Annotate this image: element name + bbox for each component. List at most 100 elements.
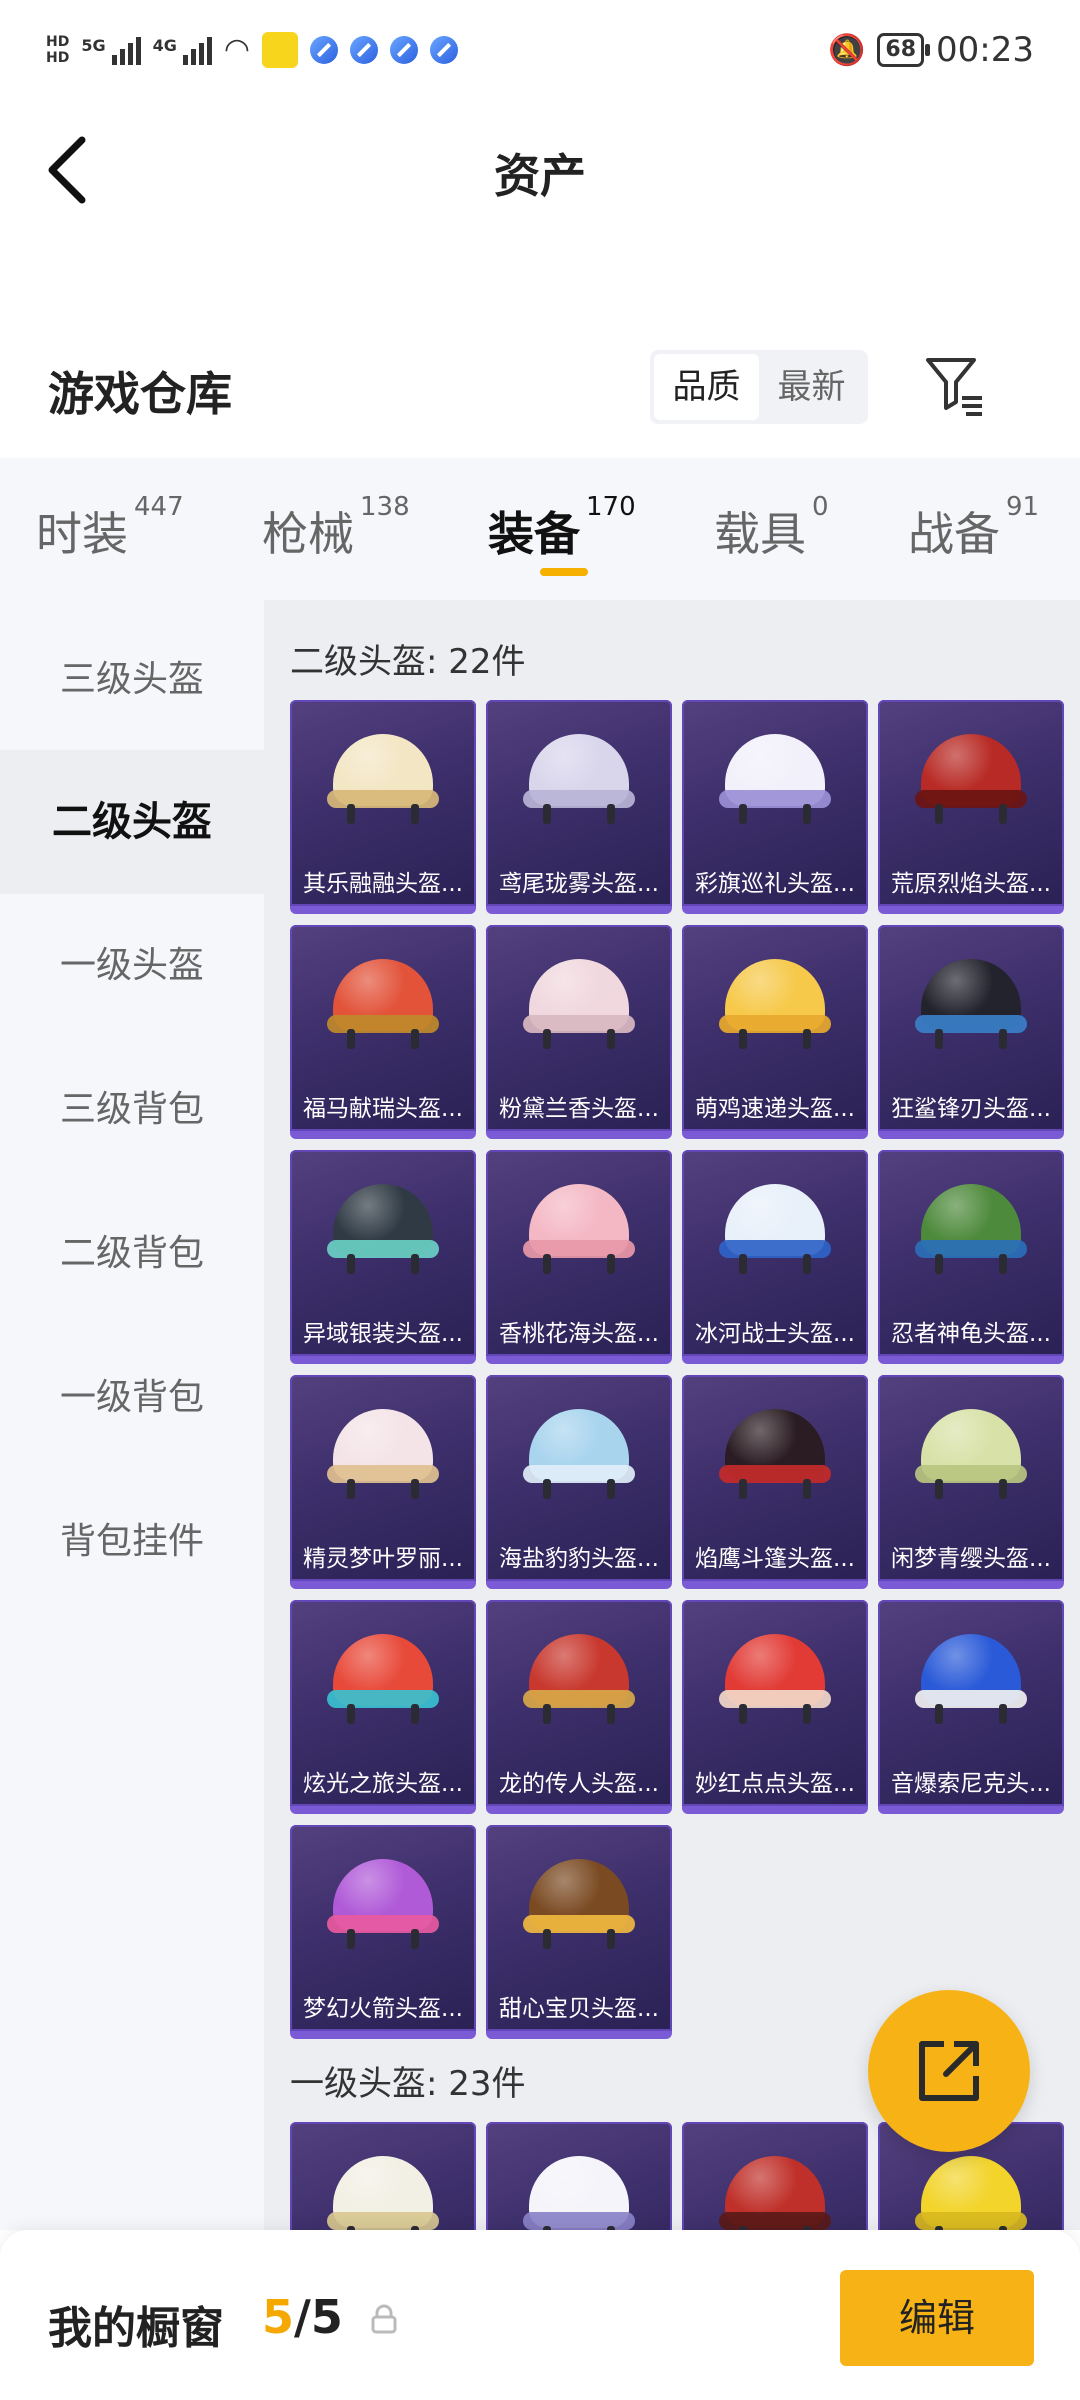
sidebar-item-level3-backpack[interactable]: 三级背包	[0, 1038, 264, 1182]
helmet-icon	[327, 1634, 439, 1726]
warehouse-title: 游戏仓库	[48, 367, 232, 421]
tab-weapons[interactable]: 枪械 138	[262, 492, 410, 564]
helmet-icon	[719, 1409, 831, 1501]
helmet-icon	[523, 1184, 635, 1276]
item-card[interactable]: 海盐豹豹头盔...	[486, 1375, 672, 1589]
item-card[interactable]: 炫光之旅头盔...	[290, 1600, 476, 1814]
tab-count: 91	[1006, 492, 1040, 522]
tab-supplies[interactable]: 战备 91	[908, 492, 1039, 564]
share-button[interactable]	[868, 1990, 1030, 2152]
tab-count: 0	[812, 492, 829, 522]
item-name: 闲梦青缨头盔...	[891, 1546, 1051, 1572]
sort-quality-button[interactable]: 品质	[654, 354, 759, 420]
item-name: 忍者神龟头盔...	[891, 1321, 1051, 1347]
item-card[interactable]: 甜心宝贝头盔...	[486, 1825, 672, 2039]
helmet-icon	[327, 734, 439, 826]
tab-label: 载具	[714, 507, 806, 561]
showcase-count-separator: /	[294, 2290, 311, 2344]
showcase-bar: 我的橱窗 5/5 编辑	[0, 2230, 1080, 2400]
helmet-icon	[915, 2156, 1027, 2230]
item-card[interactable]	[290, 2122, 476, 2230]
item-name: 甜心宝贝头盔...	[499, 1996, 659, 2022]
item-name: 精灵梦叶罗丽...	[303, 1546, 463, 1572]
item-name: 狂鲨锋刃头盔...	[891, 1096, 1051, 1122]
battery-icon: 68	[877, 33, 930, 67]
active-tab-indicator	[540, 568, 588, 576]
helmet-icon	[327, 959, 439, 1051]
item-card[interactable]: 荒原烈焰头盔...	[878, 700, 1064, 914]
item-name: 炫光之旅头盔...	[303, 1771, 463, 1797]
sidebar-item-level1-backpack[interactable]: 一级背包	[0, 1326, 264, 1470]
sidebar-item-level3-helmet[interactable]: 三级头盔	[0, 608, 264, 752]
sidebar-item-level2-helmet[interactable]: 二级头盔	[0, 750, 264, 894]
item-card[interactable]: 其乐融融头盔...	[290, 700, 476, 914]
helmet-icon	[523, 1634, 635, 1726]
sort-toggle: 品质 最新	[650, 350, 868, 424]
helmet-icon	[327, 1184, 439, 1276]
item-name: 海盐豹豹头盔...	[499, 1546, 659, 1572]
item-card[interactable]: 萌鸡速递头盔...	[682, 925, 868, 1139]
filter-button[interactable]	[922, 352, 988, 418]
helmet-icon	[719, 959, 831, 1051]
item-card[interactable]: 焰鹰斗篷头盔...	[682, 1375, 868, 1589]
item-name: 其乐融融头盔...	[303, 871, 463, 897]
status-bar: HD HD 5G 4G ◠ 🔕 68 00:23	[0, 0, 1080, 100]
item-card[interactable]: 梦幻火箭头盔...	[290, 1825, 476, 2039]
warehouse-header: 游戏仓库 品质 最新	[0, 330, 1080, 450]
helmet-icon	[523, 734, 635, 826]
notification-icon-1	[310, 36, 339, 64]
bell-muted-icon: 🔕	[828, 32, 866, 68]
item-card[interactable]: 粉黛兰香头盔...	[486, 925, 672, 1139]
sidebar-item-level1-helmet[interactable]: 一级头盔	[0, 894, 264, 1038]
sidebar-item-backpack-charm[interactable]: 背包挂件	[0, 1470, 264, 1614]
item-card[interactable]: 鸢尾珑雾头盔...	[486, 700, 672, 914]
item-name: 香桃花海头盔...	[499, 1321, 659, 1347]
helmet-icon	[719, 1184, 831, 1276]
item-card[interactable]: 忍者神龟头盔...	[878, 1150, 1064, 1364]
section-title: 一级头盔: 23件	[290, 2064, 526, 2104]
showcase-count-current: 5	[262, 2290, 295, 2344]
helmet-icon	[915, 1409, 1027, 1501]
item-card[interactable]	[486, 2122, 672, 2230]
showcase-count-total: 5	[310, 2290, 343, 2344]
item-name: 异域银装头盔...	[303, 1321, 463, 1347]
item-name: 妙红点点头盔...	[695, 1771, 855, 1797]
helmet-icon	[523, 1859, 635, 1951]
tab-count: 447	[134, 492, 184, 522]
tab-label: 时装	[36, 507, 128, 561]
helmet-icon	[915, 1184, 1027, 1276]
notification-icon-2	[350, 36, 379, 64]
item-card[interactable]: 妙红点点头盔...	[682, 1600, 868, 1814]
tab-label: 战备	[908, 507, 1000, 561]
item-card[interactable]: 异域银装头盔...	[290, 1150, 476, 1364]
sidebar-item-level2-backpack[interactable]: 二级背包	[0, 1182, 264, 1326]
item-card[interactable]: 龙的传人头盔...	[486, 1600, 672, 1814]
item-grid-panel[interactable]: 二级头盔: 22件 一级头盔: 23件 其乐融融头盔... 鸢尾珑雾头盔... 彩旗…	[264, 600, 1080, 2230]
item-card[interactable]: 音爆索尼克头...	[878, 1600, 1064, 1814]
item-card[interactable]: 福马献瑞头盔...	[290, 925, 476, 1139]
item-card[interactable]: 冰河战士头盔...	[682, 1150, 868, 1364]
sort-newest-button[interactable]: 最新	[759, 354, 864, 420]
filter-icon	[926, 358, 982, 416]
helmet-icon	[719, 2156, 831, 2230]
signal-5g-label: 5G	[81, 36, 106, 55]
item-name: 彩旗巡礼头盔...	[695, 871, 855, 897]
hd-top-label: HD	[46, 34, 70, 50]
helmet-icon	[915, 734, 1027, 826]
item-name: 粉黛兰香头盔...	[499, 1096, 659, 1122]
tab-vehicles[interactable]: 载具 0	[714, 492, 829, 564]
helmet-icon	[523, 959, 635, 1051]
item-card[interactable]: 精灵梦叶罗丽...	[290, 1375, 476, 1589]
edit-showcase-button[interactable]: 编辑	[840, 2270, 1034, 2366]
tab-fashion[interactable]: 时装 447	[36, 492, 184, 564]
item-card[interactable]	[682, 2122, 868, 2230]
item-card[interactable]: 香桃花海头盔...	[486, 1150, 672, 1364]
item-name: 梦幻火箭头盔...	[303, 1996, 463, 2022]
tab-equipment[interactable]: 装备 170	[488, 492, 636, 564]
item-card[interactable]: 狂鲨锋刃头盔...	[878, 925, 1064, 1139]
helmet-icon	[327, 1409, 439, 1501]
helmet-icon	[915, 1634, 1027, 1726]
helmet-icon	[327, 1859, 439, 1951]
item-card[interactable]: 彩旗巡礼头盔...	[682, 700, 868, 914]
item-card[interactable]: 闲梦青缨头盔...	[878, 1375, 1064, 1589]
